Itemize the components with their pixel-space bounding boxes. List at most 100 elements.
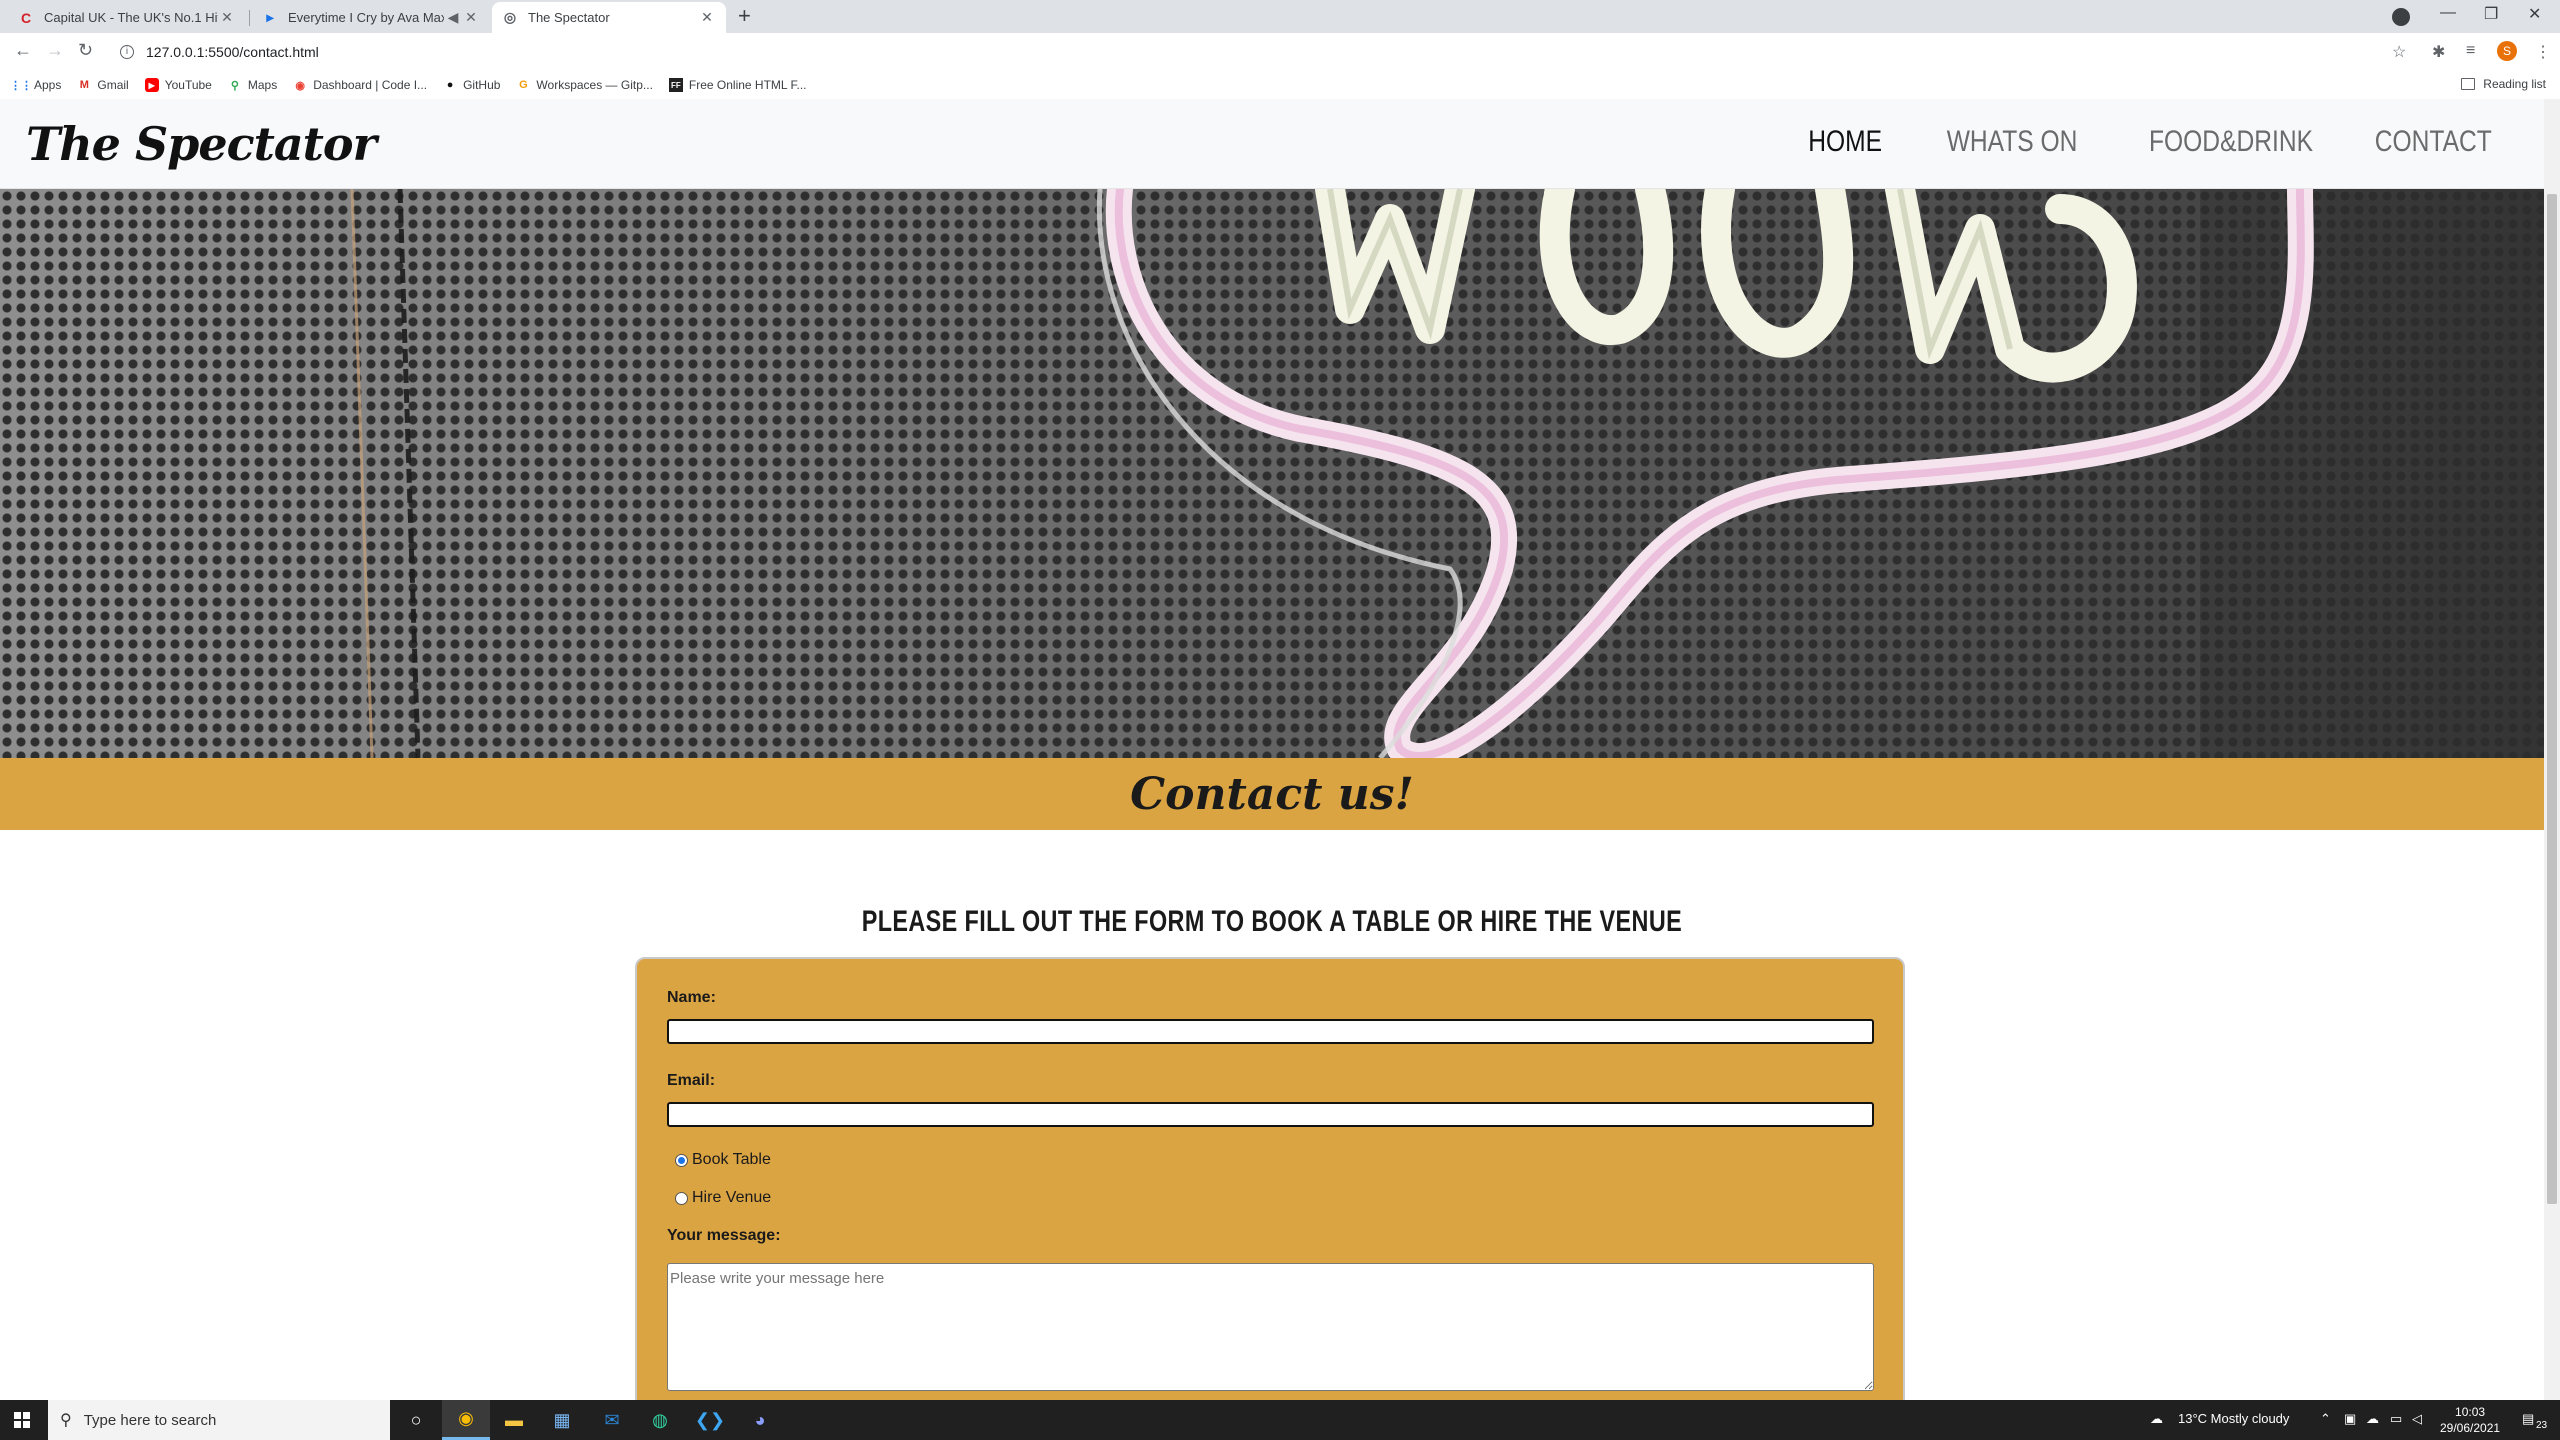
extensions-icon[interactable]: ✱ xyxy=(2432,42,2445,62)
bookmark-label: YouTube xyxy=(164,78,212,92)
chrome-menu-icon[interactable]: ⋮ xyxy=(2535,42,2551,62)
bookmark-label: Workspaces — Gitp... xyxy=(536,78,653,92)
chrome-taskbar-icon[interactable]: ◉ xyxy=(442,1400,490,1440)
bookmark-dashboard[interactable]: ◉ Dashboard | Code I... xyxy=(293,78,427,92)
tab-capital[interactable]: C Capital UK - The UK's No.1 Hit M ✕ xyxy=(8,2,246,33)
grammarly-icon[interactable]: ◍ xyxy=(636,1400,684,1440)
radio-button-selected[interactable] xyxy=(675,1153,688,1167)
gmail-icon: M xyxy=(79,79,89,91)
email-field[interactable] xyxy=(667,1102,1874,1127)
bookmark-apps[interactable]: ⋮⋮ Apps xyxy=(10,78,62,92)
taskbar-search-box[interactable]: ⚲ Type here to search xyxy=(48,1400,390,1440)
globe-icon: ◎ xyxy=(503,9,517,25)
site-info-icon[interactable]: i xyxy=(120,45,134,59)
minimize-button[interactable]: — xyxy=(2440,4,2456,22)
contact-banner: Contact us! xyxy=(0,758,2544,830)
new-tab-button[interactable]: + xyxy=(738,5,751,27)
close-icon[interactable]: ✕ xyxy=(218,9,236,26)
reading-list-label: Reading list xyxy=(2483,77,2546,91)
tab-ava-max[interactable]: ▸ Everytime I Cry by Ava Max | ◀ ✕ xyxy=(252,2,490,33)
bookmark-html-formatter[interactable]: FF Free Online HTML F... xyxy=(668,78,807,92)
tab-title: The Spectator xyxy=(528,10,610,25)
nav-food-drink[interactable]: FOOD&DRINK xyxy=(2149,125,2313,159)
gitpod-icon: G xyxy=(519,79,528,91)
mute-icon[interactable]: ◀ xyxy=(444,9,462,26)
capital-icon: C xyxy=(20,9,32,26)
nav-whats-on[interactable]: WHATS ON xyxy=(1946,125,2077,159)
volume-icon[interactable]: ◁ xyxy=(2412,1411,2422,1427)
file-explorer-icon[interactable]: ▬ xyxy=(490,1400,538,1440)
back-arrow-icon[interactable]: ← xyxy=(14,40,32,61)
tab-the-spectator[interactable]: ◎ The Spectator ✕ xyxy=(492,2,726,33)
radio-book-table[interactable]: Book Table xyxy=(675,1151,1873,1169)
browser-tab-strip: C Capital UK - The UK's No.1 Hit M ✕ ▸ E… xyxy=(0,0,2560,33)
windows-start-icon[interactable] xyxy=(14,1412,30,1428)
forward-arrow-icon[interactable]: → xyxy=(46,40,64,61)
html-formatter-icon: FF xyxy=(668,78,683,92)
tray-chevron-icon[interactable]: ⌃ xyxy=(2320,1411,2331,1427)
bookmark-label: GitHub xyxy=(463,78,501,92)
discord-icon[interactable]: ◕ xyxy=(736,1400,784,1440)
apps-grid-icon: ⋮⋮ xyxy=(10,79,32,92)
bookmark-label: Dashboard | Code I... xyxy=(313,78,428,92)
close-icon[interactable]: ✕ xyxy=(698,9,716,26)
site-header: The Spectator HOME WHATS ON FOOD&DRINK C… xyxy=(0,99,2544,189)
bookmark-gitpod[interactable]: G Workspaces — Gitp... xyxy=(516,78,653,92)
radio-hire-venue[interactable]: Hire Venue xyxy=(675,1189,1873,1207)
bookmark-maps[interactable]: ⚲ Maps xyxy=(228,78,277,92)
page-viewport: The Spectator HOME WHATS ON FOOD&DRINK C… xyxy=(0,99,2544,1400)
notification-count: 23 xyxy=(2536,1420,2548,1431)
youtube-icon: ▶ xyxy=(144,78,159,92)
reading-list-icon xyxy=(2461,78,2476,90)
search-icon: ⚲ xyxy=(60,1412,72,1429)
weather-text[interactable]: 13°C Mostly cloudy xyxy=(2178,1411,2289,1426)
tab-search-icon[interactable] xyxy=(2392,8,2410,26)
bookmark-label: Apps xyxy=(34,78,62,92)
message-textarea[interactable] xyxy=(667,1263,1874,1391)
reading-list-button[interactable]: Reading list xyxy=(2461,77,2546,91)
maps-pin-icon: ⚲ xyxy=(230,79,239,92)
taskbar-clock[interactable]: 10:03 29/06/2021 xyxy=(2440,1404,2500,1436)
close-icon[interactable]: ✕ xyxy=(462,9,480,26)
name-label: Name: xyxy=(667,989,716,1006)
microsoft-store-icon[interactable]: ▦ xyxy=(538,1400,586,1440)
clock-time: 10:03 xyxy=(2455,1405,2486,1419)
bookmark-github[interactable]: ● GitHub xyxy=(443,78,501,92)
tab-divider xyxy=(249,10,250,26)
site-logo[interactable]: The Spectator xyxy=(26,117,377,171)
tab-title: Everytime I Cry by Ava Max | xyxy=(288,10,444,25)
media-controls-icon[interactable]: ≡ xyxy=(2466,42,2475,60)
network-icon[interactable]: ▭ xyxy=(2390,1411,2402,1427)
scrollbar-thumb[interactable] xyxy=(2547,194,2557,1204)
nav-home[interactable]: HOME xyxy=(1808,125,1882,159)
page-scrollbar[interactable] xyxy=(2544,99,2560,1400)
search-placeholder: Type here to search xyxy=(83,1411,217,1429)
radio-button[interactable] xyxy=(675,1191,688,1205)
name-field[interactable] xyxy=(667,1019,1874,1044)
nav-contact[interactable]: CONTACT xyxy=(2375,125,2492,159)
meet-now-icon[interactable]: ▣ xyxy=(2344,1411,2356,1427)
address-bar[interactable]: i 127.0.0.1:5500/contact.html xyxy=(112,38,2402,66)
vscode-icon[interactable]: ❮❯ xyxy=(686,1400,734,1440)
browser-toolbar: ← → ↻ i 127.0.0.1:5500/contact.html ☆ ✱ … xyxy=(0,33,2560,71)
reload-icon[interactable]: ↻ xyxy=(78,40,93,61)
form-heading: PLEASE FILL OUT THE FORM TO BOOK A TABLE… xyxy=(861,905,1683,938)
hero-neon-sign-image xyxy=(0,189,2544,758)
code-institute-icon: ◉ xyxy=(295,79,305,92)
bookmark-label: Free Online HTML F... xyxy=(688,78,807,92)
radio-label: Hire Venue xyxy=(692,1189,772,1206)
restore-button[interactable]: ❐ xyxy=(2484,4,2498,24)
bookmark-gmail[interactable]: M Gmail xyxy=(77,78,129,92)
message-label: Your message: xyxy=(667,1227,781,1244)
banner-title: Contact us! xyxy=(1130,768,1414,820)
window-close-button[interactable]: ✕ xyxy=(2528,4,2541,24)
weather-cloud-icon[interactable]: ☁ xyxy=(2150,1411,2163,1427)
profile-avatar[interactable]: S xyxy=(2497,41,2517,61)
bookmark-star-icon[interactable]: ☆ xyxy=(2392,42,2406,62)
cortana-icon[interactable]: ○ xyxy=(392,1400,440,1440)
notification-center-icon[interactable]: ▤ xyxy=(2522,1411,2534,1427)
bookmark-youtube[interactable]: ▶ YouTube xyxy=(144,78,212,92)
radio-label: Book Table xyxy=(692,1151,771,1168)
onedrive-icon[interactable]: ☁ xyxy=(2366,1411,2379,1427)
mail-icon[interactable]: ✉ xyxy=(588,1400,636,1440)
